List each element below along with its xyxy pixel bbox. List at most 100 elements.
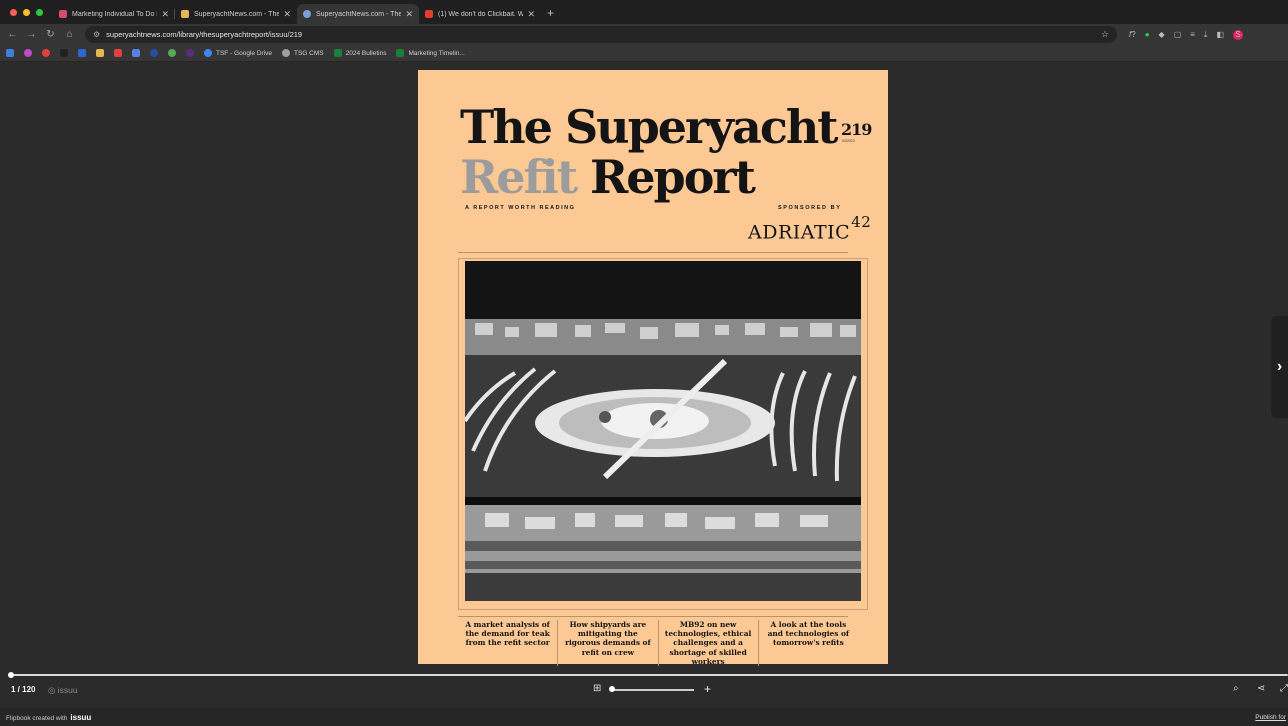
sidepanel-icon[interactable]: ◧ (1216, 30, 1224, 39)
tab-strip: Marketing Individual To Do List ✕ Supery… (0, 0, 1288, 24)
close-tab-icon[interactable]: ✕ (405, 9, 413, 20)
tab-title: SuperyachtNews.com - The Superyacht (194, 10, 280, 18)
page-indicator: 1 / 120 (11, 685, 36, 694)
share-icon[interactable]: ⋖ (1257, 683, 1265, 694)
bookmark-label: 2024 Bulletins (345, 49, 387, 57)
minimize-window-icon[interactable] (23, 9, 30, 16)
cover-divider (458, 616, 848, 617)
bookmark-icon[interactable] (150, 49, 158, 57)
sponsor-number: 42 (851, 213, 872, 231)
bookmark-icon[interactable] (78, 49, 86, 57)
new-tab-button[interactable]: + (541, 6, 562, 24)
google-drive-icon (204, 49, 212, 57)
formula-extension-icon[interactable]: f? (1129, 30, 1136, 39)
home-icon[interactable]: ⌂ (60, 29, 79, 40)
tab-favicon-icon (181, 10, 189, 18)
window-controls (0, 9, 53, 24)
bookmark-icon[interactable] (168, 49, 176, 57)
sponsor-name: ADRIATIC (748, 221, 851, 244)
cover-title-line2: Refit Report (460, 150, 756, 204)
green-extension-icon[interactable]: ● (1145, 30, 1150, 39)
cover-feature: How shipyards are mitigating the rigorou… (557, 620, 657, 667)
tab-title: Marketing Individual To Do List (72, 10, 157, 18)
page-progress-handle[interactable] (8, 672, 14, 678)
bookmark-icon[interactable] (6, 49, 14, 57)
page-progress-track[interactable] (10, 674, 1288, 676)
cover-tagline: A REPORT WORTH READING (465, 205, 576, 211)
extension-icon[interactable]: ◆ (1159, 30, 1165, 39)
chevron-right-icon: › (1276, 358, 1283, 375)
arrow-left-icon[interactable]: ← (3, 29, 22, 40)
maximize-window-icon[interactable] (36, 9, 43, 16)
publish-link[interactable]: Publish for (1255, 714, 1286, 721)
tab-title: SuperyachtNews.com - The Superyacht (316, 10, 402, 18)
cover-feature: MB92 on new technologies, ethical challe… (657, 620, 758, 667)
plus-icon[interactable]: + (704, 682, 711, 696)
footer-prefix: Flipbook created with (6, 714, 68, 722)
cover-photo-superyacht-aerial (465, 261, 861, 601)
close-tab-icon[interactable]: ✕ (161, 9, 169, 20)
fullscreen-icon[interactable]: ⤢ (1280, 683, 1288, 694)
magazine-cover[interactable]: The Superyacht Refit Report 219 04/2023 … (418, 70, 888, 667)
bookmark-icon[interactable] (132, 49, 140, 57)
flipbook-viewer: The Superyacht Refit Report 219 04/2023 … (0, 63, 1288, 672)
yacht-photo-illustration (465, 261, 861, 601)
bookmark-icon[interactable] (186, 49, 194, 57)
bookmark-label: TSF - Google Drive (216, 49, 272, 57)
bookmark-marketing-timeline[interactable]: Marketing Timelin... (396, 49, 465, 57)
download-icon[interactable]: ⤓ (1204, 30, 1208, 40)
browser-tab-active[interactable]: SuperyachtNews.com - The Superyacht ✕ (297, 4, 419, 24)
youtube-favicon-icon (425, 10, 433, 18)
zoom-slider[interactable] (610, 689, 694, 691)
bookmark-icon[interactable] (24, 49, 32, 57)
browser-tab[interactable]: (1) We don't do Clickbait. We ✕ (419, 4, 541, 24)
close-tab-icon[interactable]: ✕ (527, 9, 535, 20)
reload-icon[interactable]: ↻ (41, 29, 60, 40)
issuu-brand-text: issuu (57, 685, 78, 695)
bookmark-tsg-cms[interactable]: TSG CMS (282, 49, 324, 57)
browser-toolbar: ← → ↻ ⌂ ⚙ superyachtnews.com/library/the… (0, 24, 1288, 45)
cover-feature: A market analysis of the demand for teak… (465, 620, 550, 648)
sponsored-by-label: SPONSORED BY (778, 205, 842, 211)
bookmark-tsf-drive[interactable]: TSF - Google Drive (204, 49, 272, 57)
tab-title: (1) We don't do Clickbait. We (438, 10, 524, 18)
sponsor-logo: ADRIATIC42 (748, 213, 871, 244)
tab-favicon-icon (303, 10, 311, 18)
bookmark-2024-bulletins[interactable]: 2024 Bulletins (333, 49, 387, 57)
google-sheets-icon (333, 49, 342, 57)
pinterest-icon[interactable] (42, 49, 50, 57)
bookmark-label: Marketing Timelin... (408, 49, 465, 57)
bookmark-label: TSG CMS (294, 49, 324, 57)
made-with-issuu[interactable]: Flipbook created with issuu (6, 713, 91, 722)
cover-divider (458, 252, 848, 253)
cover-title-report: Report (590, 150, 756, 204)
next-page-button[interactable]: › (1271, 316, 1288, 418)
close-tab-icon[interactable]: ✕ (283, 9, 291, 20)
bookmark-icon[interactable] (114, 49, 122, 57)
extensions-area: f? ● ◆ ▢ ≡ ⤓ ◧ S (1129, 29, 1244, 40)
globe-icon (282, 49, 290, 57)
close-window-icon[interactable] (10, 9, 17, 16)
browser-tab[interactable]: SuperyachtNews.com - The Superyacht ✕ (175, 4, 297, 24)
profile-avatar[interactable]: S (1233, 29, 1244, 40)
tab-favicon-icon (59, 10, 67, 18)
browser-tab[interactable]: Marketing Individual To Do List ✕ (53, 4, 175, 24)
viewer-controls: 1 / 120 ◎ issuu ⊞ + ⌕ ⋖ ⤢ (0, 680, 1288, 700)
star-icon[interactable]: ☆ (1101, 29, 1109, 40)
issue-date: 04/2023 (842, 139, 855, 143)
puzzle-icon[interactable]: ▢ (1174, 30, 1182, 39)
issuu-logo: issuu (70, 712, 92, 722)
search-icon[interactable]: ⌕ (1233, 683, 1239, 694)
google-sheets-icon (396, 49, 405, 57)
grid-icon[interactable]: ⊞ (593, 683, 601, 694)
address-bar[interactable]: ⚙ superyachtnews.com/library/thesuperyac… (85, 26, 1117, 43)
site-info-icon[interactable]: ⚙ (93, 30, 100, 39)
cover-feature: A look at the tools and technologies of … (757, 620, 858, 667)
flipbook-footer: Flipbook created with issuu Publish for (0, 708, 1288, 726)
reading-list-icon[interactable]: ≡ (1190, 30, 1195, 39)
zoom-slider-handle[interactable] (609, 686, 615, 692)
cover-title-refit: Refit (460, 150, 578, 204)
bookmark-icon[interactable] (96, 49, 104, 57)
arrow-right-icon[interactable]: → (22, 29, 41, 40)
bookmark-icon[interactable] (60, 49, 68, 57)
